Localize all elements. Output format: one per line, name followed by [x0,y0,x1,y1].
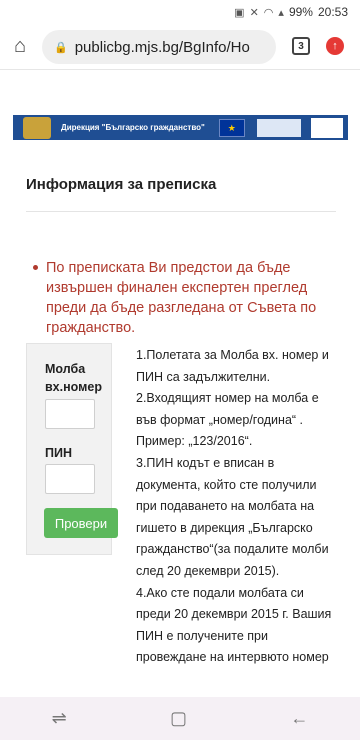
url-text: publicbg.mjs.bg/BgInfo/Ho [74,38,250,56]
header-banner: Дирекция "Българско гражданство" ★ [13,115,348,140]
recents-icon[interactable]: ⇌ [52,708,67,729]
instruction-item: 4.Ако сте подали молбата си преди 20 дек… [136,585,332,665]
banner-text: Дирекция "Българско гражданство" [61,123,205,132]
signal-icon: ▴ [278,6,284,19]
instruction-item: 3.ПИН кодът е вписан в документа, който … [136,455,329,578]
pin-label: ПИН [45,446,72,460]
mute-icon: ✕ [249,6,259,19]
lock-icon: 🔒 [54,41,68,54]
petition-number-input[interactable] [45,399,95,429]
divider [26,211,336,212]
upload-icon[interactable]: ↑ [326,37,344,55]
home-icon[interactable]: ⌂ [0,35,40,58]
battery-percentage: 99% [288,5,313,19]
petition-number-label: Молба вх.номер [45,362,102,394]
tabs-button[interactable]: 3 [292,37,310,55]
check-button[interactable]: Провери [44,508,118,538]
instruction-item: 1.Полетата за Молба вх. номер и ПИН са з… [136,348,329,384]
browser-toolbar: ⌂ 🔒 publicbg.mjs.bg/BgInfo/Ho 3 ↑ [0,24,360,70]
home-nav-icon[interactable]: ▢ [170,708,187,729]
address-bar[interactable]: 🔒 publicbg.mjs.bg/BgInfo/Ho [42,30,276,64]
system-nav-bar: ⇌ ▢ ← [0,697,360,740]
program-logo [256,118,301,137]
status-bar: ▣ ✕ ◠ ▴ 99% 20:53 [0,0,360,24]
pin-input[interactable] [45,464,95,494]
esf-logo [310,117,343,138]
instructions: 1.Полетата за Молба вх. номер и ПИН са з… [136,345,336,669]
alert-bullet [33,265,38,270]
instruction-item: 2.Входящият номер на молба е във формат … [136,391,319,449]
alert-message: По преписката Ви предстои да бъде извърш… [46,260,317,336]
back-icon[interactable]: ← [290,708,308,729]
eu-flag-logo: ★ [218,118,245,137]
lookup-form: Молба вх.номер ПИН Провери [26,343,118,555]
coat-of-arms-logo [23,116,51,139]
sim-icon: ▣ [234,6,245,19]
wifi-icon: ◠ [263,6,274,19]
clock: 20:53 [317,5,348,19]
page-title: Информация за преписка [26,176,217,193]
